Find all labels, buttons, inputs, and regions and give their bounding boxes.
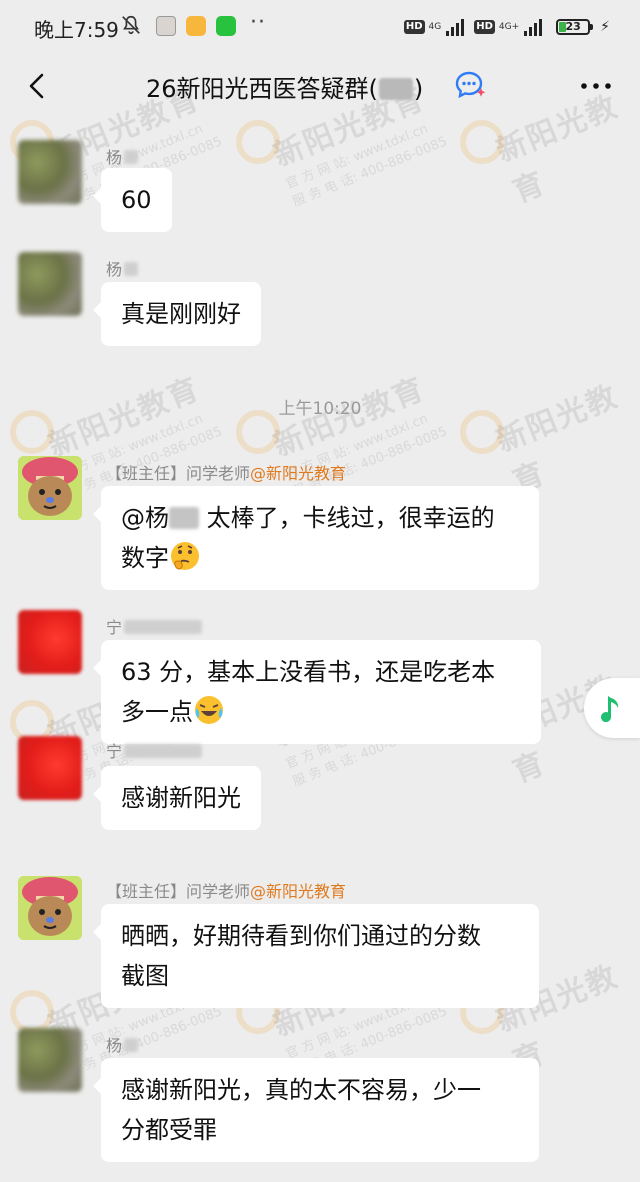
hd-badge: HD — [474, 20, 495, 34]
sender-name: 【班主任】问学老师@新阳光教育 — [106, 464, 347, 483]
message-bubble[interactable]: 63 分，基本上没看书，还是吃老本 多一点 — [93, 640, 541, 744]
signal-icon — [524, 18, 543, 36]
charging-icon: ⚡ — [600, 19, 610, 35]
sender-org: @新阳光教育 — [250, 464, 347, 483]
battery-icon: 23 — [556, 19, 594, 35]
app-notification-icon — [186, 16, 206, 36]
thinking-face-emoji-icon — [171, 542, 199, 570]
hd-badge: HD — [403, 20, 425, 34]
mute-bell-icon — [122, 15, 140, 35]
message-bubble[interactable]: 60 — [93, 168, 172, 232]
network-type: 4G+ — [498, 21, 520, 32]
sender-name: 宁 — [106, 614, 203, 638]
avatar[interactable] — [18, 456, 82, 520]
chat-title: 26新阳光西医答疑群() — [146, 75, 424, 103]
redacted-name — [169, 507, 199, 529]
watermark-logo — [236, 120, 280, 164]
music-note-icon — [601, 696, 619, 723]
sender-org: @新阳光教育 — [250, 882, 347, 901]
sender-name: 杨 — [106, 1032, 139, 1056]
status-bar: 晚上7:59 ·· HD 4G HD 4G+ 23 ⚡ — [0, 0, 640, 56]
teacher-avatar-icon — [18, 876, 82, 940]
sender-name: 【班主任】问学老师@新阳光教育 — [106, 882, 347, 901]
message-bubble[interactable]: @杨 太棒了，卡线过，很幸运的 数字 — [93, 486, 539, 590]
back-arrow-icon[interactable] — [18, 66, 58, 106]
mention[interactable]: @杨 — [121, 504, 169, 532]
music-player-button[interactable] — [584, 678, 640, 738]
sender-name: 宁 — [106, 738, 203, 762]
sender-name: 杨 — [106, 256, 139, 280]
app-notification-icon — [156, 16, 176, 36]
group-chat-ai-icon[interactable] — [454, 70, 488, 100]
message-bubble[interactable]: 晒晒，好期待看到你们通过的分数 截图 — [93, 904, 539, 1008]
network-type: 4G — [428, 21, 442, 32]
crying-laughing-emoji-icon — [195, 696, 223, 724]
avatar[interactable] — [18, 876, 82, 940]
status-time: 晚上7:59 — [34, 18, 119, 42]
avatar[interactable] — [18, 1028, 82, 1092]
sender-name: 杨 — [106, 144, 139, 168]
signal-icon — [446, 18, 465, 36]
message-bubble[interactable]: 真是刚刚好 — [93, 282, 261, 346]
phone-notification-icon — [216, 16, 236, 36]
avatar[interactable] — [18, 736, 82, 800]
battery-level: 23 — [565, 20, 581, 33]
more-notifications-icon: ·· — [250, 10, 266, 35]
chat-header: 26新阳光西医答疑群() — [0, 56, 640, 116]
redacted-text — [378, 78, 413, 100]
watermark: 新阳光教育 — [491, 378, 624, 501]
avatar[interactable] — [18, 610, 82, 674]
avatar[interactable] — [18, 140, 82, 204]
teacher-avatar-icon — [18, 456, 82, 520]
message-bubble[interactable]: 感谢新阳光 — [93, 766, 261, 830]
chat-timestamp: 上午10:20 — [278, 399, 362, 419]
message-bubble[interactable]: 感谢新阳光，真的太不容易，少一 分都受罪 — [93, 1058, 539, 1162]
watermark-logo — [460, 120, 504, 164]
avatar[interactable] — [18, 252, 82, 316]
status-indicators: HD 4G HD 4G+ 23 ⚡ — [403, 14, 610, 40]
more-options-icon[interactable] — [570, 66, 622, 106]
